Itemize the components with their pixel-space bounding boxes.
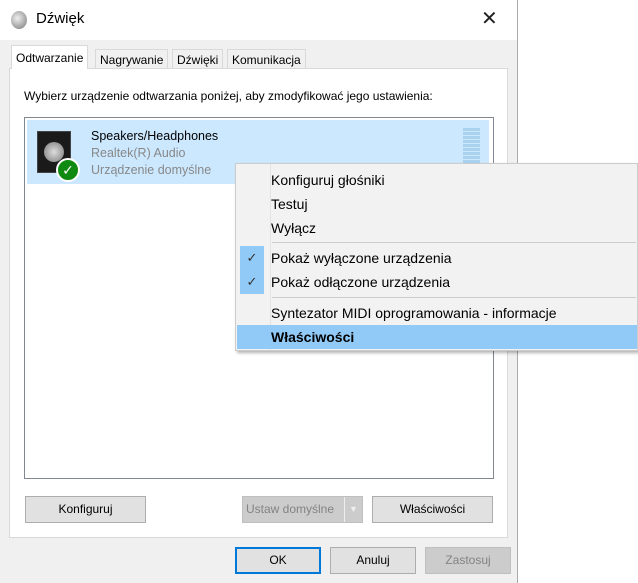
tab-sounds[interactable]: Dźwięki <box>172 49 224 69</box>
menu-item-show-disabled[interactable]: ✓ Pokaż wyłączone urządzenia <box>237 246 637 270</box>
ok-button[interactable]: OK <box>235 547 321 574</box>
check-icon: ✓ <box>240 246 264 270</box>
close-icon[interactable]: ✕ <box>481 6 498 31</box>
menu-item-label: Wyłącz <box>271 220 316 236</box>
set-default-button[interactable]: Ustaw domyślne ▼ <box>242 496 363 523</box>
set-default-label: Ustaw domyślne <box>246 502 335 516</box>
speaker-icon <box>11 11 27 29</box>
tab-playback[interactable]: Odtwarzanie <box>11 45 89 69</box>
menu-item-label: Pokaż wyłączone urządzenia <box>271 250 452 266</box>
configure-button[interactable]: Konfiguruj <box>25 496 146 523</box>
menu-item-test[interactable]: Testuj <box>237 192 637 216</box>
tab-recording[interactable]: Nagrywanie <box>95 49 169 69</box>
menu-item-show-disconnected[interactable]: ✓ Pokaż odłączone urządzenia <box>237 270 637 294</box>
properties-button[interactable]: Właściwości <box>372 496 493 523</box>
default-check-icon: ✓ <box>56 158 80 182</box>
menu-item-label: Syntezator MIDI oprogramowania - informa… <box>271 305 557 321</box>
device-driver: Realtek(R) Audio <box>91 146 186 160</box>
apply-button[interactable]: Zastosuj <box>425 547 511 574</box>
menu-separator <box>272 297 636 298</box>
menu-item-label: Właściwości <box>271 329 355 345</box>
menu-item-configure-speakers[interactable]: Konfiguruj głośniki <box>237 168 637 192</box>
title-bar: Dźwięk ✕ <box>0 0 517 40</box>
device-status: Urządzenie domyślne <box>91 163 212 177</box>
menu-item-label: Testuj <box>271 196 308 212</box>
cancel-button[interactable]: Anuluj <box>330 547 416 574</box>
chevron-down-icon[interactable]: ▼ <box>344 497 362 522</box>
menu-item-disable[interactable]: Wyłącz <box>237 216 637 240</box>
instruction-text: Wybierz urządzenie odtwarzania poniżej, … <box>24 89 433 103</box>
menu-item-label: Pokaż odłączone urządzenia <box>271 274 451 290</box>
tab-communications[interactable]: Komunikacja <box>227 49 306 69</box>
menu-item-label: Konfiguruj głośniki <box>271 172 385 188</box>
check-icon: ✓ <box>240 270 264 294</box>
menu-item-properties[interactable]: Właściwości <box>237 325 637 349</box>
menu-item-midi-info[interactable]: Syntezator MIDI oprogramowania - informa… <box>237 301 637 325</box>
context-menu: Konfiguruj głośniki Testuj Wyłącz ✓ Pokaż… <box>235 163 638 351</box>
device-name: Speakers/Headphones <box>91 129 219 143</box>
window-title: Dźwięk <box>36 10 85 27</box>
menu-separator <box>272 242 636 243</box>
